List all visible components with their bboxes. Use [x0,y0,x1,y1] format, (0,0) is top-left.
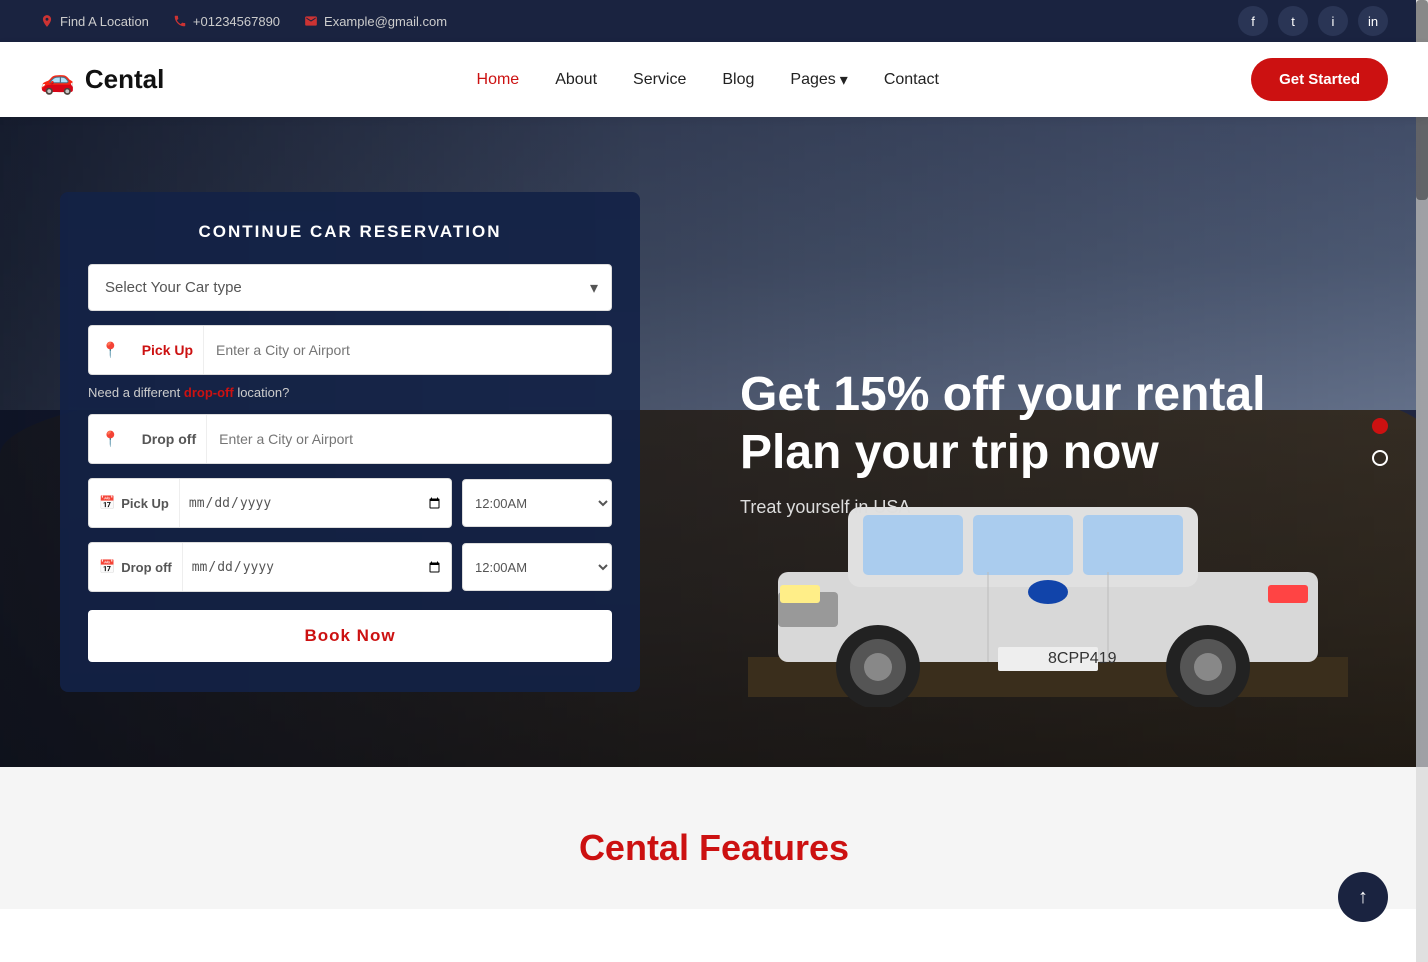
top-bar: Find A Location +01234567890 Example@gma… [0,0,1428,42]
nav-blog[interactable]: Blog [722,71,754,89]
calendar-dropoff-icon: 📅 [99,559,115,575]
slider-dot-2[interactable] [1372,450,1388,466]
dropoff-location-icon: 📍 [89,415,132,463]
dropoff-time-select[interactable]: 12:00AM 1:00AM 6:00AM 8:00AM 12:00PM [462,543,612,591]
pickup-label: Pick Up [132,326,204,374]
scroll-to-top-button[interactable]: ↑ [1338,872,1388,922]
pickup-time-select[interactable]: 12:00AM 1:00AM 6:00AM 8:00AM 12:00PM [462,479,612,527]
pickup-datetime-group: 📅 Pick Up 12:00AM 1:00AM 6:00AM 8:00AM 1… [88,478,612,528]
features-title: Cental Features [40,827,1388,869]
dropoff-location-input[interactable] [207,415,611,463]
calendar-icon: 📅 [99,495,115,511]
email-info: Example@gmail.com [304,14,447,29]
phone-text: +01234567890 [193,14,280,29]
email-text: Example@gmail.com [324,14,447,29]
dropoff-datetime-group: 📅 Drop off 12:00AM 1:00AM 6:00AM 8:00AM … [88,542,612,592]
twitter-icon[interactable]: t [1278,6,1308,36]
form-title: CONTINUE CAR RESERVATION [88,222,612,242]
location-text: Find A Location [60,14,149,29]
arrow-up-icon: ↑ [1358,886,1368,909]
nav-links: Home About Service Blog Pages ▾ Contact [477,70,939,90]
facebook-icon[interactable]: f [1238,6,1268,36]
location-info: Find A Location [40,14,149,29]
dropoff-date-input[interactable] [183,543,451,591]
slider-dot-1[interactable] [1372,418,1388,434]
get-started-button[interactable]: Get Started [1251,58,1388,101]
pickup-location-group: 📍 Pick Up [88,325,612,375]
hero-title: Get 15% off your rental Plan your trip n… [740,366,1265,481]
pickup-date-input[interactable] [180,479,451,527]
dropoff-datetime-row: 📅 Drop off 12:00AM 1:00AM 6:00AM 8:00AM … [88,542,612,592]
pickup-location-icon: 📍 [89,326,132,374]
nav-about[interactable]: About [555,71,597,89]
dropoff-location-input-wrapper: 📍 Drop off [88,414,612,464]
car-type-group: Select Your Car type Sedan SUV Truck Van [88,264,612,311]
logo-text: Cental [85,64,164,95]
pickup-datetime-row: 📅 Pick Up 12:00AM 1:00AM 6:00AM 8:00AM 1… [88,478,612,528]
dropoff-label: Drop off [132,415,207,463]
dropoff-date-label: 📅 Drop off [89,543,183,591]
linkedin-icon[interactable]: in [1358,6,1388,36]
hero-subtitle: Treat yourself in USA [740,497,1265,518]
dropoff-location-group: 📍 Drop off [88,414,612,464]
pickup-date-label: 📅 Pick Up [89,479,180,527]
logo: 🚗 Cental [40,63,164,96]
pickup-location-input[interactable] [204,326,611,374]
pickup-date-wrapper: 📅 Pick Up [88,478,452,528]
hero-text-block: Get 15% off your rental Plan your trip n… [740,366,1265,518]
email-icon [304,14,318,28]
pages-dropdown-icon: ▾ [840,70,848,90]
nav-pages[interactable]: Pages ▾ [790,70,847,90]
instagram-icon[interactable]: i [1318,6,1348,36]
book-now-button[interactable]: Book Now [88,610,612,662]
nav-contact[interactable]: Contact [884,71,939,89]
reservation-form: CONTINUE CAR RESERVATION Select Your Car… [60,192,640,692]
car-logo-icon: 🚗 [40,63,75,96]
hero-section: 8CPP419 CONTINUE CAR RESERVATION Select … [0,117,1428,767]
phone-info: +01234567890 [173,14,280,29]
top-bar-left: Find A Location +01234567890 Example@gma… [40,14,447,29]
different-dropoff-text: Need a different drop-off location? [88,385,612,400]
nav-home[interactable]: Home [477,71,520,89]
phone-icon [173,14,187,28]
location-icon [40,14,54,28]
slider-dots [1372,418,1388,466]
car-type-select[interactable]: Select Your Car type Sedan SUV Truck Van [88,264,612,311]
social-icons: f t i in [1238,6,1388,36]
nav-service[interactable]: Service [633,71,686,89]
features-section: Cental Features [0,767,1428,909]
dropoff-date-wrapper: 📅 Drop off [88,542,452,592]
pickup-location-input-wrapper: 📍 Pick Up [88,325,612,375]
navbar: 🚗 Cental Home About Service Blog Pages ▾… [0,42,1428,117]
